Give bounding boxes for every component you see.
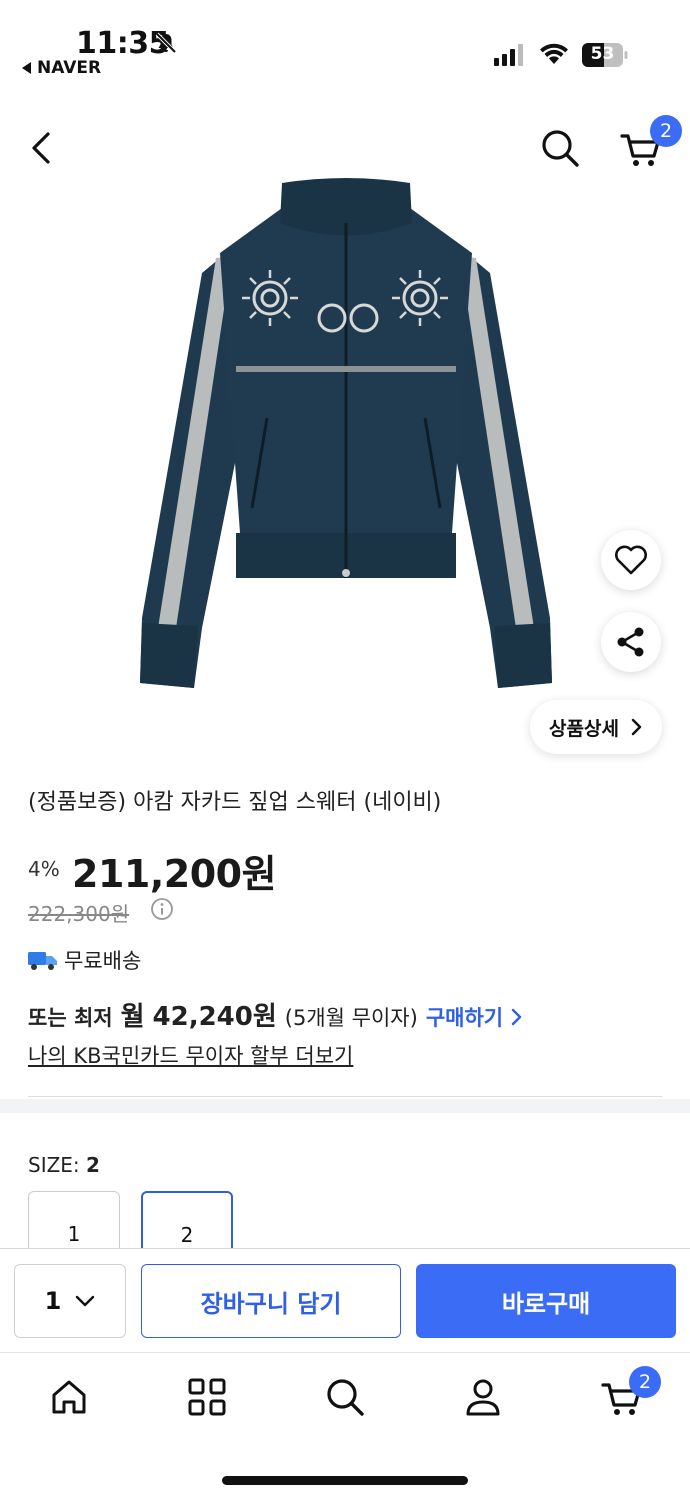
discount-rate: 4% [28,857,60,881]
installment-amount: 42,240원 [152,1002,277,1032]
product-detail-label: 상품상세 [549,717,619,740]
back-app-label: NAVER [37,58,102,78]
installment-prefix: 또는 최저 [28,1006,113,1030]
chevron-down-icon [76,1295,95,1307]
quantity-value: 1 [44,1287,62,1315]
selected-size: 2 [86,1153,100,1177]
shipping-info: 무료배송 [28,945,141,975]
original-price: 222,300원 [28,902,130,926]
search-icon[interactable] [323,1375,367,1419]
section-separator [0,1099,690,1113]
cellular-signal-icon [494,44,523,66]
category-grid-icon[interactable] [185,1375,229,1419]
header-cart-badge: 2 [650,115,682,147]
size-label-text: SIZE: [28,1153,80,1177]
status-bar: 11:35 NAVER 53 [0,0,690,90]
share-button[interactable] [601,612,661,672]
delivery-truck-icon [28,952,57,970]
home-indicator [222,1476,468,1485]
product-title: (정품보증) 아캄 자카드 짚업 스웨터 (네이비) [28,790,442,815]
back-arrow-icon[interactable] [22,126,62,170]
bell-muted-icon [155,32,177,54]
purchase-bar: 1 장바구니 담기 바로구매 [0,1248,690,1352]
sale-price: 211,200원 [72,852,277,896]
size-label: SIZE: 2 [28,1153,100,1177]
back-to-app-link[interactable]: NAVER [22,58,101,78]
divider [28,1096,662,1097]
quantity-select[interactable]: 1 [14,1264,126,1338]
kb-card-link[interactable]: 나의 KB국민카드 무이자 할부 더보기 [28,1040,353,1070]
installment-month-label: 월 [120,1002,145,1032]
search-icon[interactable] [538,126,582,170]
wifi-icon [540,43,568,64]
installment-terms: (5개월 무이자) [284,1006,418,1030]
installment-buy-label: 구매하기 [425,1006,504,1030]
add-to-cart-button[interactable]: 장바구니 담기 [141,1264,401,1338]
chevron-right-icon [631,718,642,736]
profile-icon[interactable] [461,1375,505,1419]
wishlist-button[interactable] [601,530,661,590]
share-icon [617,627,644,657]
chevron-right-icon [511,1008,522,1026]
back-triangle-icon [22,62,31,74]
installment-buy-link[interactable]: 구매하기 [426,1002,523,1032]
product-image[interactable] [132,178,560,698]
battery-indicator: 53 [582,43,628,67]
info-icon[interactable] [150,897,174,921]
product-detail-button[interactable]: 상품상세 [530,700,662,754]
tab-cart-badge: 2 [629,1366,661,1398]
shipping-label: 무료배송 [64,949,142,973]
buy-now-button[interactable]: 바로구매 [416,1264,676,1338]
home-icon[interactable] [47,1375,91,1419]
installment-info: 또는 최저 월 42,240원 (5개월 무이자) 구매하기 [28,996,523,1033]
battery-level: 53 [590,44,615,64]
heart-icon [615,545,647,575]
